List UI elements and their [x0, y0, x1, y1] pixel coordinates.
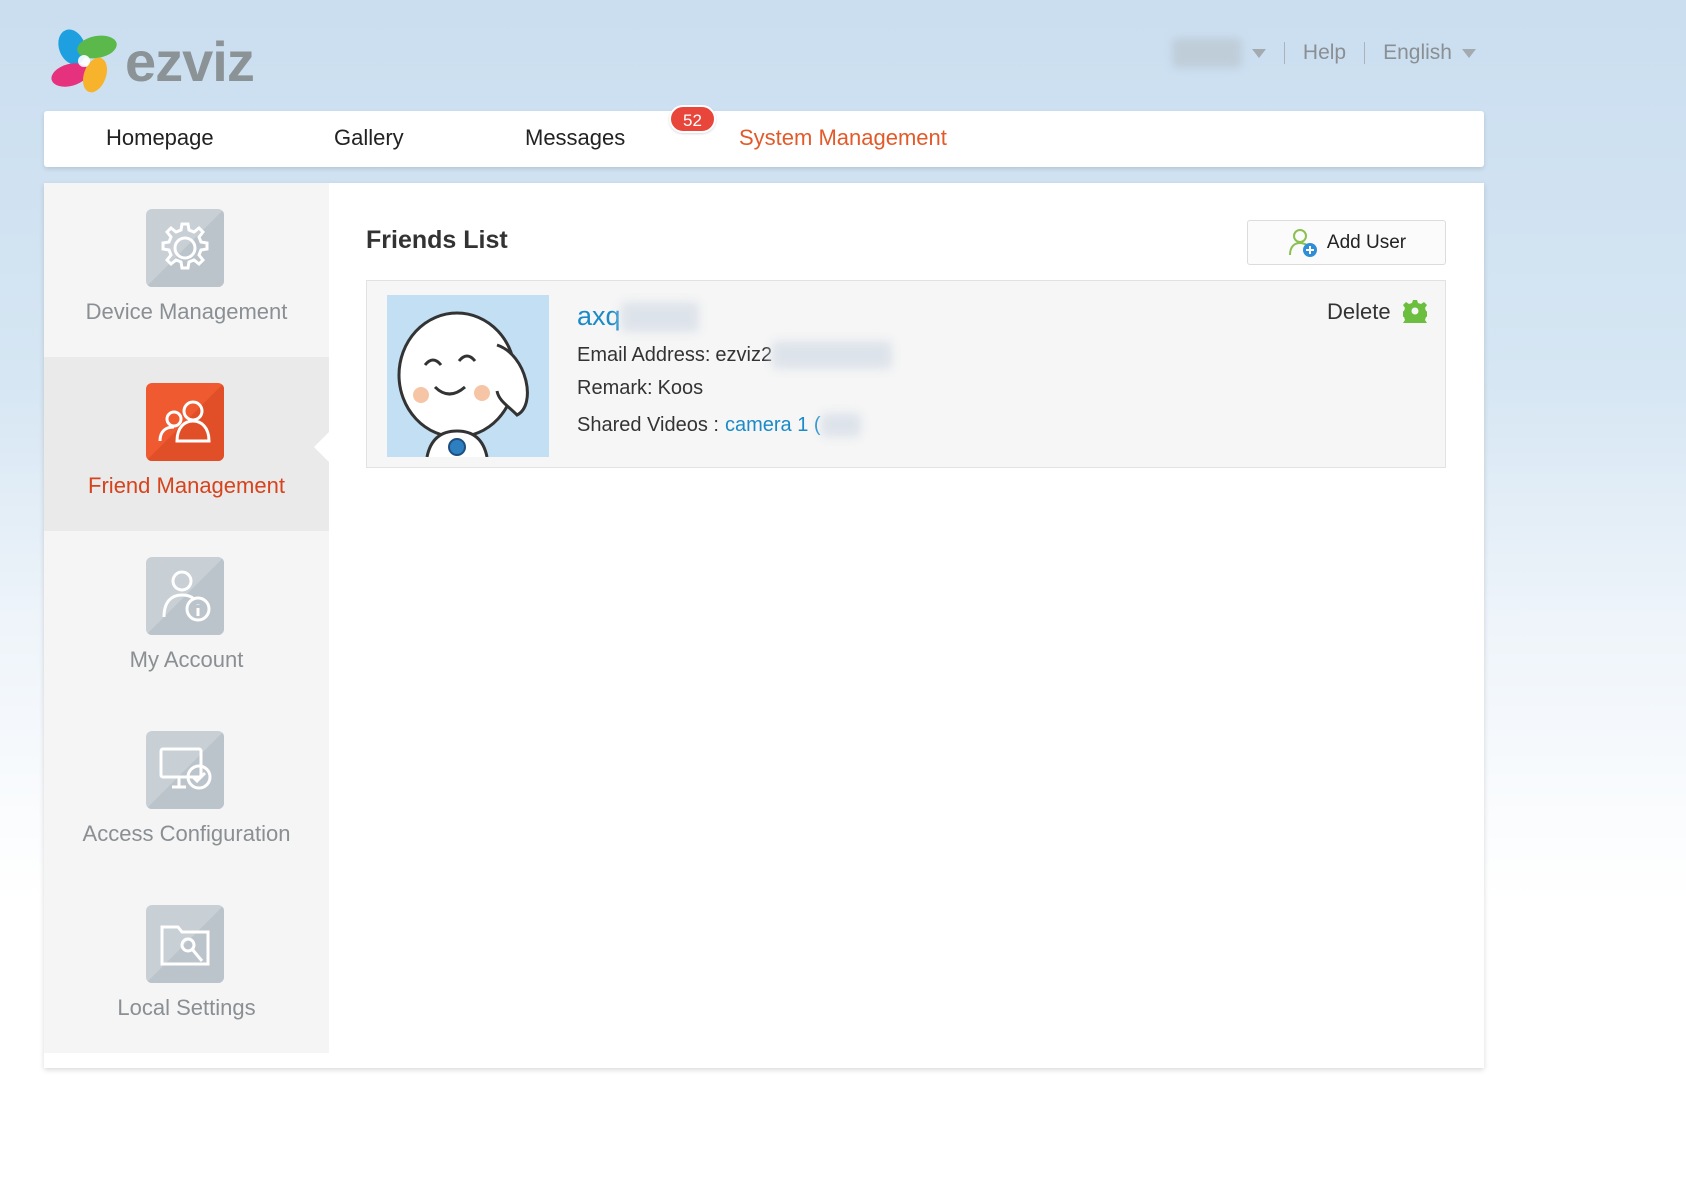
page-title: Friends List — [366, 226, 508, 254]
sidebar-item-label: Access Configuration — [82, 821, 291, 846]
main-nav: Homepage Gallery Messages 52 System Mana… — [44, 105, 1484, 167]
nav-homepage[interactable]: Homepage — [106, 125, 214, 151]
system-management-panel: Device Management Friend Management My A… — [44, 183, 1484, 1068]
shared-video-link[interactable]: camera 1 ( — [725, 414, 821, 437]
sidebar-item-label: Local Settings — [117, 995, 256, 1020]
email-label: Email Address: — [577, 343, 711, 366]
sidebar-item-friend-management[interactable]: Friend Management — [44, 357, 329, 531]
email-value: ezviz2 — [715, 343, 773, 366]
nav-system-management[interactable]: System Management — [739, 125, 947, 151]
divider — [1283, 42, 1285, 64]
remark-label: Remark: — [577, 377, 653, 399]
friend-name-text: axq — [577, 301, 621, 331]
gear-icon — [146, 209, 224, 287]
add-user-button[interactable]: Add User — [1247, 220, 1446, 265]
nav-messages[interactable]: Messages — [525, 125, 625, 151]
ezviz-logo-mark — [51, 29, 117, 93]
chevron-down-icon[interactable] — [1251, 48, 1266, 58]
redacted-email — [772, 341, 893, 369]
language-select[interactable]: English — [1383, 41, 1452, 65]
divider — [1364, 42, 1366, 64]
sidebar-item-device-management[interactable]: Device Management — [44, 183, 329, 357]
sidebar-item-label: Friend Management — [88, 473, 285, 498]
sidebar-item-label: Device Management — [85, 299, 288, 324]
redacted-name — [620, 301, 699, 332]
friend-avatar — [387, 295, 549, 457]
sidebar-item-my-account[interactable]: My Account — [44, 531, 329, 705]
friend-email-row: Email Address: ezviz2 — [577, 341, 893, 369]
sidebar-item-local-settings[interactable]: Local Settings — [44, 879, 329, 1053]
messages-count-badge: 52 — [669, 105, 716, 133]
remark-value: Koos — [657, 377, 704, 399]
ezviz-logo[interactable]: ezviz — [50, 25, 270, 100]
active-item-indicator — [314, 431, 330, 463]
folder-wrench-icon — [146, 905, 224, 983]
shared-videos-label: Shared Videos : — [577, 413, 719, 436]
chevron-down-icon[interactable] — [1462, 48, 1476, 58]
ezviz-logo-text: ezviz — [125, 30, 255, 93]
redacted-video — [820, 413, 861, 437]
friend-remark-row: Remark: Koos — [577, 377, 703, 400]
friend-card: axq Email Address: ezviz2 Remark: Koos S… — [366, 280, 1446, 468]
friend-shared-videos-row: Shared Videos : camera 1 ( — [577, 413, 861, 437]
settings-gear-icon[interactable] — [1403, 299, 1427, 323]
friends-icon — [146, 383, 224, 461]
add-user-label: Add User — [1326, 231, 1407, 253]
add-user-icon — [1288, 228, 1317, 257]
monitor-check-icon — [146, 731, 224, 809]
top-right-controls: Help English — [1171, 38, 1476, 68]
delete-friend-button[interactable]: Delete — [1327, 299, 1391, 325]
sidebar-item-label: My Account — [129, 647, 244, 672]
help-link[interactable]: Help — [1303, 41, 1346, 65]
account-info-icon — [146, 557, 224, 635]
sidebar-item-access-configuration[interactable]: Access Configuration — [44, 705, 329, 879]
sidebar: Device Management Friend Management My A… — [44, 183, 330, 1053]
friends-content: Friends List Add User axq Email Address:… — [329, 183, 1484, 1053]
user-account-menu[interactable] — [1171, 38, 1242, 68]
nav-gallery[interactable]: Gallery — [334, 125, 404, 151]
friend-name[interactable]: axq — [577, 301, 699, 332]
